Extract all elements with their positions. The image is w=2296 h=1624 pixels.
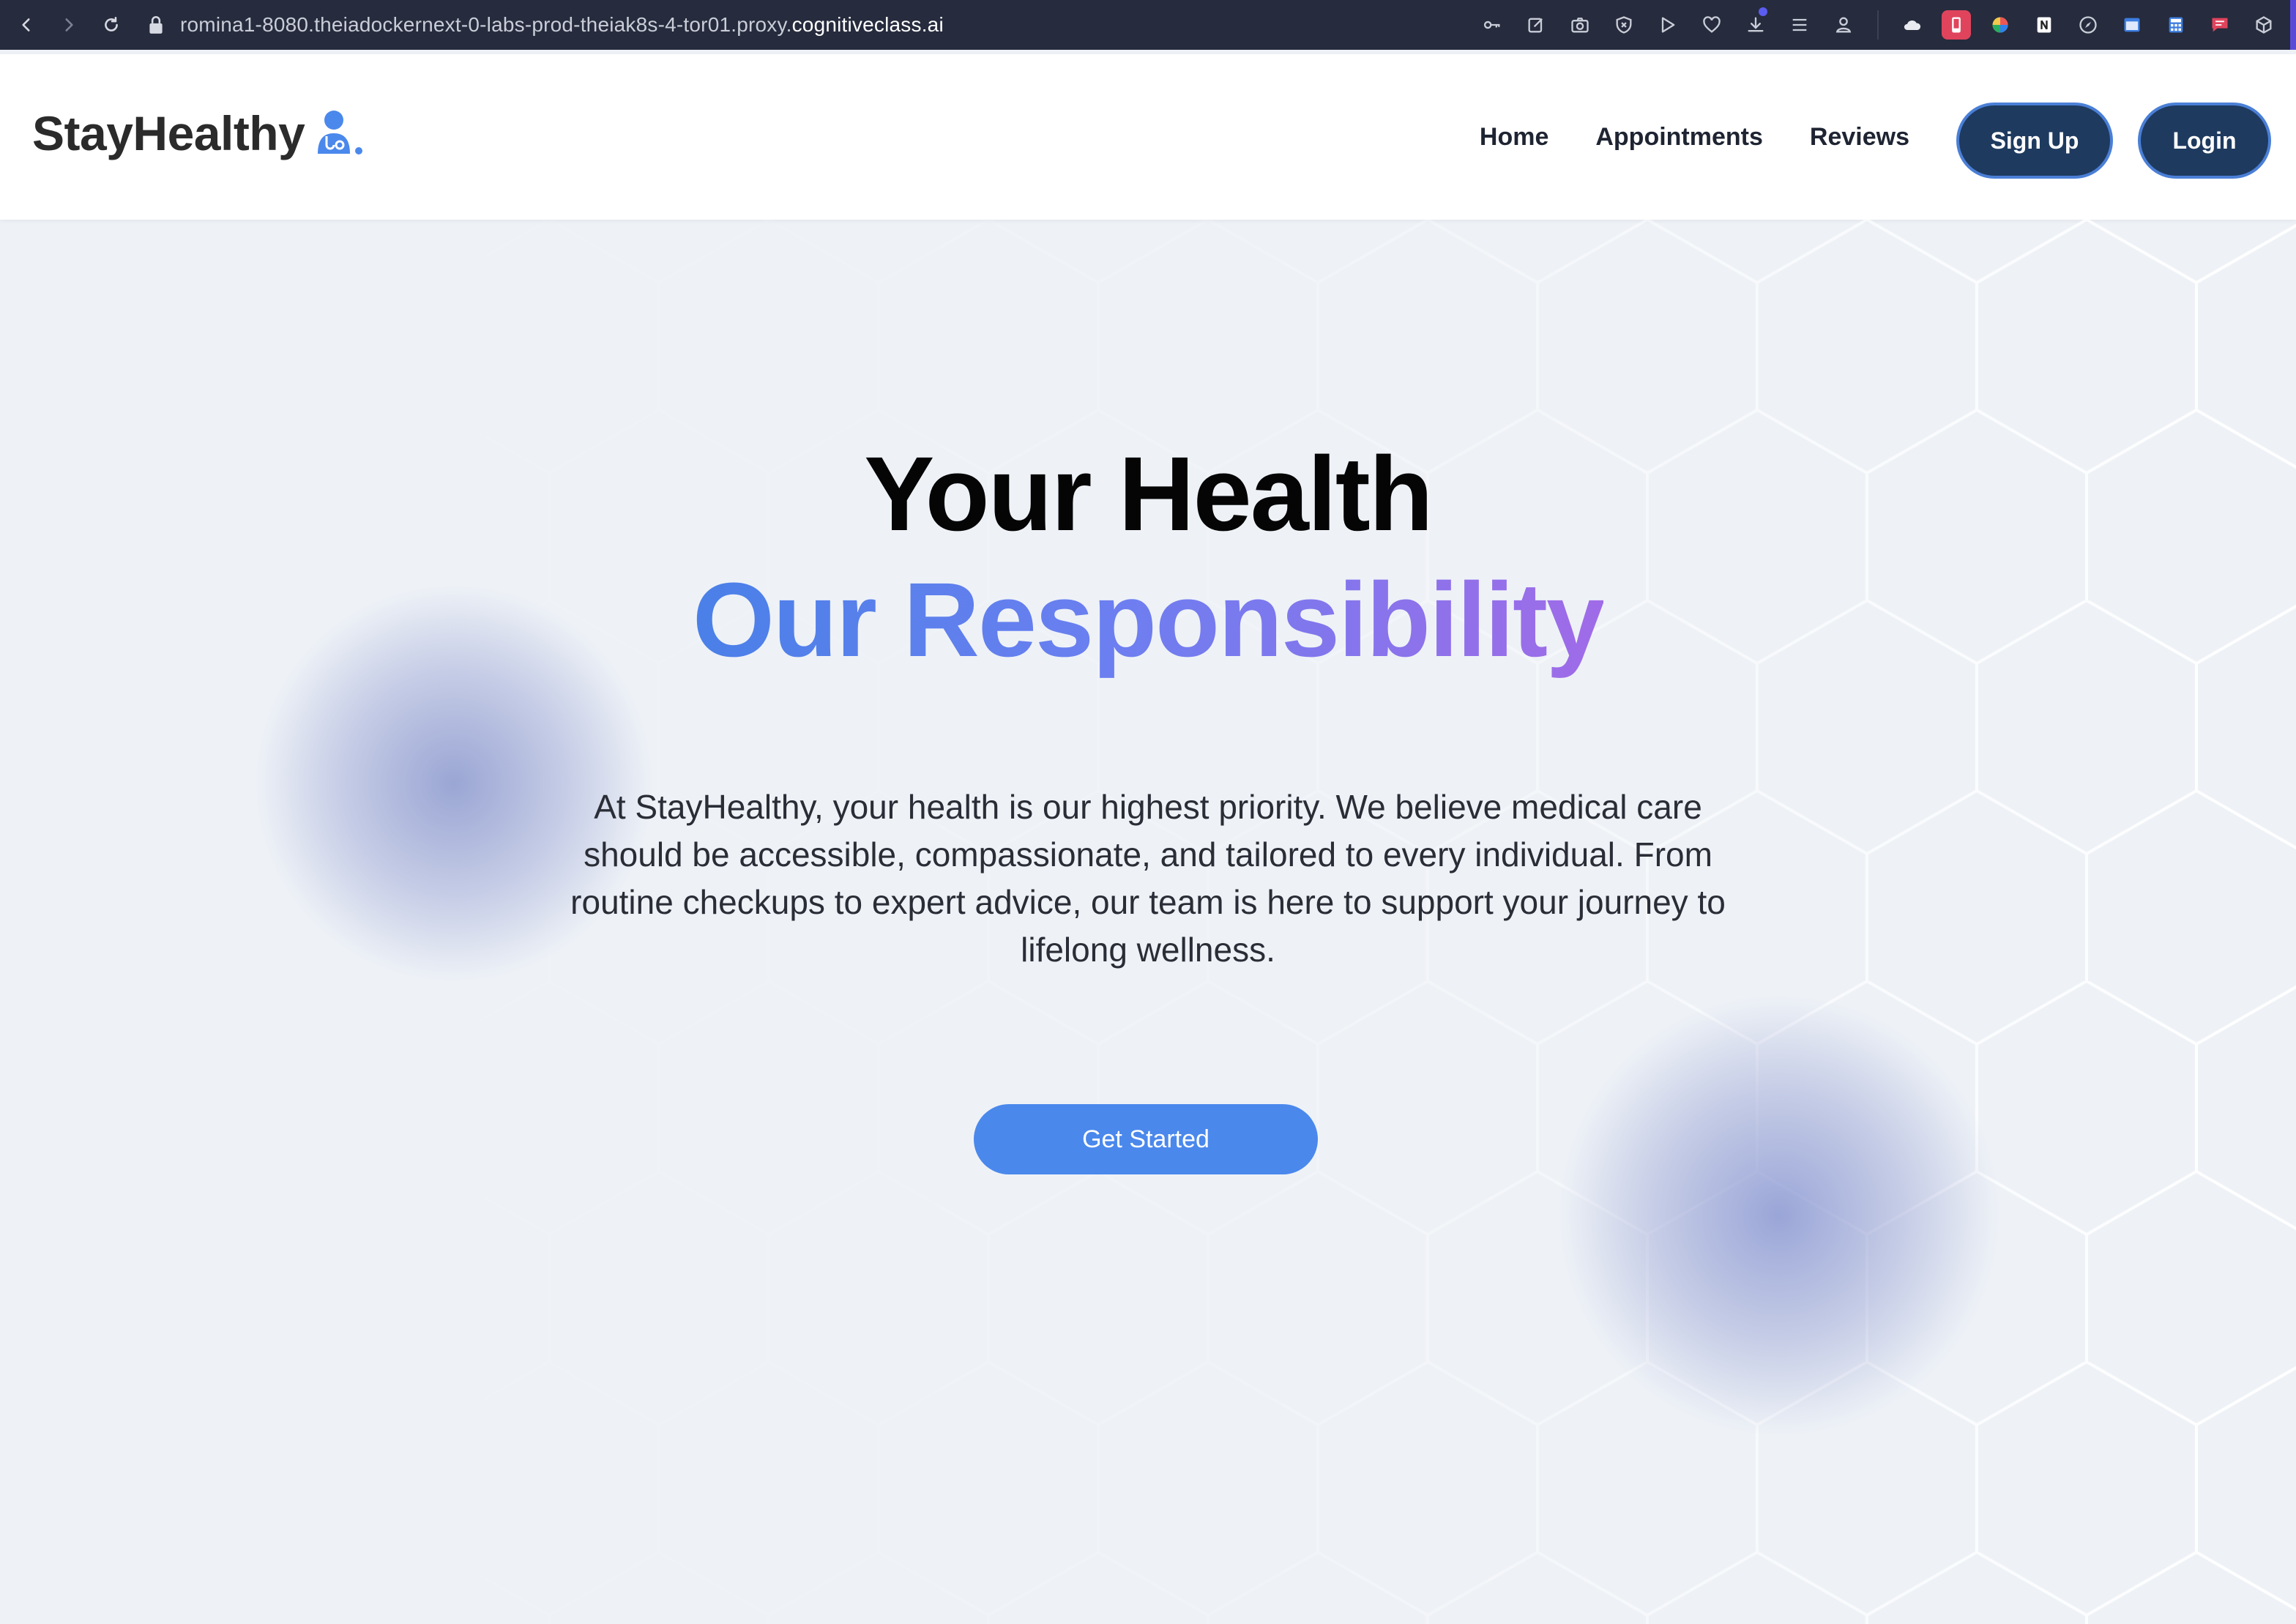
browser-toolbar: romina1-8080.theiadockernext-0-labs-prod… (0, 0, 2296, 50)
nav-appointments[interactable]: Appointments (1595, 123, 1763, 152)
url-text: romina1-8080.theiadockernext-0-labs-prod… (180, 13, 944, 36)
brand-logo[interactable]: StayHealthy (32, 105, 366, 161)
lock-icon (149, 16, 163, 34)
nav-reviews[interactable]: Reviews (1810, 123, 1909, 152)
compass-extension-icon[interactable] (2066, 0, 2110, 50)
sidebar-edge (2290, 0, 2296, 50)
phone-extension-icon[interactable] (1934, 0, 1978, 50)
address-bar[interactable]: romina1-8080.theiadockernext-0-labs-prod… (146, 13, 944, 37)
login-button[interactable]: Login (2138, 103, 2271, 179)
hero-title: Your Health (864, 435, 1433, 553)
back-icon[interactable] (10, 9, 42, 41)
menu-list-icon[interactable] (1778, 0, 1822, 50)
main-nav: Home Appointments Reviews Sign Up Login (1480, 54, 2296, 220)
calculator-extension-icon[interactable] (2154, 0, 2198, 50)
hero-subtitle-text: Our Responsibility (692, 561, 1605, 679)
camera-icon[interactable] (1558, 0, 1602, 50)
hero-section: Your Health Our Responsibility At StayHe… (0, 220, 2296, 1624)
key-icon[interactable] (1470, 0, 1514, 50)
get-started-button[interactable]: Get Started (974, 1104, 1318, 1174)
heart-icon[interactable] (1690, 0, 1734, 50)
doctor-icon (318, 111, 363, 154)
profile-icon[interactable] (1822, 0, 1865, 50)
reload-icon[interactable] (95, 9, 127, 41)
nav-home[interactable]: Home (1480, 123, 1548, 152)
notion-extension-icon[interactable] (2022, 0, 2066, 50)
color-wheel-extension-icon[interactable] (1978, 0, 2022, 50)
brand-name: StayHealthy (32, 106, 305, 160)
toolbar-divider (1877, 10, 1879, 40)
hero-subtitle: Our Responsibility (0, 558, 2296, 682)
site-header: StayHealthy Home Appointments Reviews Si… (0, 54, 2296, 220)
window-extension-icon[interactable] (2110, 0, 2154, 50)
shield-icon[interactable] (1602, 0, 1646, 50)
hero-description: At StayHealthy, your health is our highe… (570, 788, 1726, 969)
cloud-extension-icon[interactable] (1890, 0, 1934, 50)
download-indicator (1759, 7, 1767, 16)
forward-icon[interactable] (53, 9, 85, 41)
decorative-blur-blob (1552, 996, 2006, 1435)
chat-extension-icon[interactable] (2198, 0, 2242, 50)
play-icon[interactable] (1646, 0, 1690, 50)
sign-up-button[interactable]: Sign Up (1956, 103, 2113, 179)
download-icon[interactable] (1734, 0, 1778, 50)
cube-extension-icon[interactable] (2242, 0, 2286, 50)
edit-icon[interactable] (1514, 0, 1558, 50)
toolbar-icons (1470, 0, 2296, 50)
